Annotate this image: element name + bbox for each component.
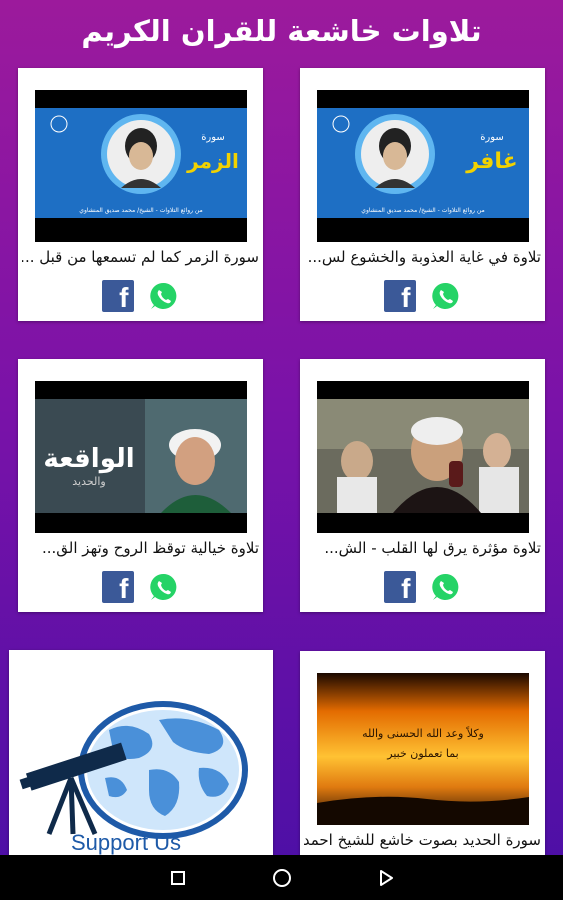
recent-apps-button[interactable] bbox=[166, 866, 190, 890]
square-icon bbox=[170, 870, 185, 885]
thumbnail-image: سورة غافر من روائع التلاوات - الشيخ/ محم… bbox=[317, 90, 529, 242]
video-thumbnail[interactable]: سورة غافر من روائع التلاوات - الشيخ/ محم… bbox=[317, 90, 529, 242]
video-card[interactable]: سورة غافر من روائع التلاوات - الشيخ/ محم… bbox=[300, 68, 545, 321]
video-title[interactable]: تلاوة مؤثرة يرق لها القلب - الش... bbox=[304, 539, 541, 561]
share-row: f bbox=[18, 280, 263, 312]
facebook-icon[interactable]: f bbox=[383, 571, 416, 603]
facebook-icon[interactable]: f bbox=[101, 571, 134, 603]
whatsapp-icon[interactable] bbox=[430, 571, 462, 603]
thumbnail-image: وكلاً وعد الله الحسنى والله بما تعملون خ… bbox=[317, 673, 529, 825]
whatsapp-icon[interactable] bbox=[148, 280, 180, 312]
video-thumbnail[interactable] bbox=[317, 381, 529, 533]
system-nav-bar bbox=[0, 855, 563, 900]
back-button[interactable] bbox=[374, 866, 398, 890]
video-title[interactable]: تلاوة في غاية العذوبة والخشوع لس... bbox=[304, 248, 541, 270]
video-card[interactable]: تلاوة مؤثرة يرق لها القلب - الش... f bbox=[300, 359, 545, 612]
facebook-icon[interactable]: f bbox=[101, 280, 134, 312]
thumb-sub: والحديد bbox=[72, 475, 105, 488]
thumb-name: الواقعة bbox=[43, 444, 134, 474]
video-card[interactable]: وكلاً وعد الله الحسنى والله بما تعملون خ… bbox=[300, 651, 545, 861]
thumb-line2: بما تعملون خبير bbox=[386, 747, 458, 760]
video-title[interactable]: سورة الحديد بصوت خاشع للشيخ احمد... bbox=[304, 831, 541, 853]
video-thumbnail[interactable]: وكلاً وعد الله الحسنى والله بما تعملون خ… bbox=[317, 673, 529, 825]
page-title: تلاوات خاشعة للقران الكريم bbox=[81, 14, 482, 48]
thumbnail-image: الواقعة والحديد bbox=[35, 381, 247, 533]
whatsapp-icon[interactable] bbox=[430, 280, 462, 312]
triangle-play-icon bbox=[379, 869, 393, 886]
thumb-footer: من روائع التلاوات - الشيخ/ محمد صديق الم… bbox=[79, 207, 202, 214]
thumbnail-image bbox=[317, 381, 529, 533]
home-button[interactable] bbox=[270, 866, 294, 890]
share-row: f bbox=[300, 571, 545, 603]
thumb-name: الزمر bbox=[186, 149, 239, 173]
support-us-label: Support Us bbox=[71, 830, 182, 855]
thumb-surah: سورة bbox=[201, 132, 225, 143]
video-card[interactable]: سورة الزمر من روائع التلاوات - الشيخ/ مح… bbox=[18, 68, 263, 321]
video-card[interactable]: الواقعة والحديد تلاوة خيالية توقظ الروح … bbox=[18, 359, 263, 612]
facebook-icon[interactable]: f bbox=[383, 280, 416, 312]
support-us-card[interactable]: Support Us bbox=[9, 650, 273, 862]
thumb-footer: من روائع التلاوات - الشيخ/ محمد صديق الم… bbox=[361, 207, 484, 214]
circle-icon bbox=[272, 868, 291, 887]
share-row: f bbox=[18, 571, 263, 603]
thumb-line1: وكلاً وعد الله الحسنى والله bbox=[362, 725, 484, 740]
thumb-name: غافر bbox=[465, 149, 517, 174]
share-row: f bbox=[300, 280, 545, 312]
video-thumbnail[interactable]: الواقعة والحديد bbox=[35, 381, 247, 533]
video-thumbnail[interactable]: سورة الزمر من روائع التلاوات - الشيخ/ مح… bbox=[35, 90, 247, 242]
thumbnail-image: سورة الزمر من روائع التلاوات - الشيخ/ مح… bbox=[35, 90, 247, 242]
whatsapp-icon[interactable] bbox=[148, 571, 180, 603]
video-title[interactable]: تلاوة خيالية توقظ الروح وتهز الق... bbox=[22, 539, 259, 561]
thumb-surah: سورة bbox=[480, 132, 504, 143]
video-title[interactable]: سورة الزمر كما لم تسمعها من قبل ... bbox=[22, 248, 259, 270]
